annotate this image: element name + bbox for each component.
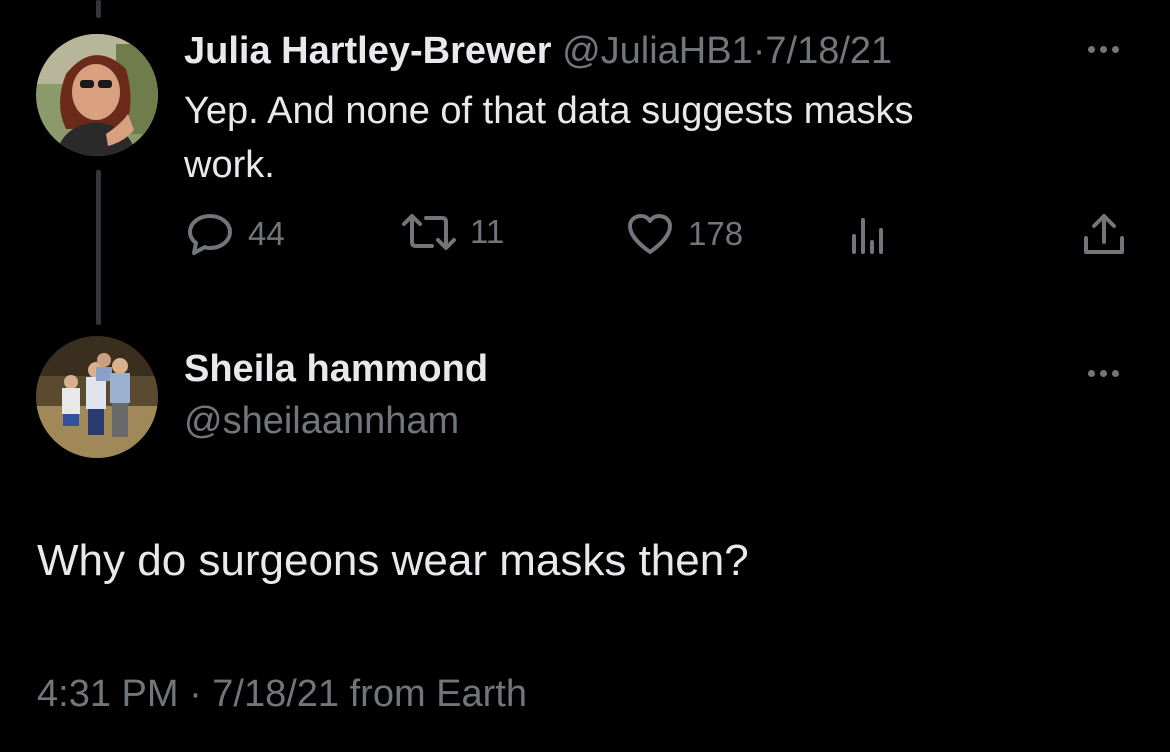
like-button[interactable]: 178	[626, 212, 743, 256]
views-button[interactable]	[846, 212, 890, 256]
reply-text-line: Yep. And none of that data suggests mask…	[184, 90, 914, 132]
reply-count: 44	[248, 215, 285, 252]
retweet-button[interactable]: 11	[400, 212, 504, 252]
reply-icon	[188, 214, 232, 255]
avatar-image	[36, 336, 158, 458]
avatar[interactable]	[36, 34, 158, 156]
tweet-meta[interactable]: 4:31 PM · 7/18/21 from Earth	[37, 673, 527, 716]
thread-line-connector	[96, 170, 101, 325]
author-handle[interactable]: @JuliaHB1	[562, 30, 753, 72]
thread-line-top	[96, 0, 101, 18]
more-dot	[1088, 370, 1095, 377]
avatar-image	[36, 34, 158, 156]
heart-icon	[628, 214, 672, 254]
more-dot	[1088, 46, 1095, 53]
author-name[interactable]: Julia Hartley-Brewer	[184, 30, 552, 72]
reply-header: Julia Hartley-Brewer @JuliaHB1·7/18/21	[184, 30, 892, 73]
share-icon	[1084, 214, 1124, 254]
retweet-count: 11	[470, 213, 505, 250]
analytics-icon	[852, 218, 883, 254]
more-options-button[interactable]	[1088, 46, 1119, 53]
more-dot	[1100, 46, 1107, 53]
tweet-text: Why do surgeons wear masks then?	[37, 536, 749, 585]
more-dot	[1112, 46, 1119, 53]
tweet-date[interactable]: 7/18/21	[765, 30, 892, 72]
reply-text: Yep. And none of that data suggests mask…	[184, 84, 914, 192]
separator: ·	[752, 30, 766, 72]
reply-button[interactable]: 44	[186, 212, 285, 256]
more-dot	[1112, 370, 1119, 377]
more-options-button[interactable]	[1088, 370, 1119, 377]
avatar[interactable]	[36, 336, 158, 458]
more-dot	[1100, 370, 1107, 377]
author-name[interactable]: Sheila hammond	[184, 348, 488, 391]
author-handle[interactable]: @sheilaannham	[184, 400, 459, 443]
like-count: 178	[688, 215, 744, 252]
reply-text-line: work.	[184, 144, 275, 186]
share-button[interactable]	[1080, 212, 1128, 256]
retweet-icon	[402, 214, 456, 250]
